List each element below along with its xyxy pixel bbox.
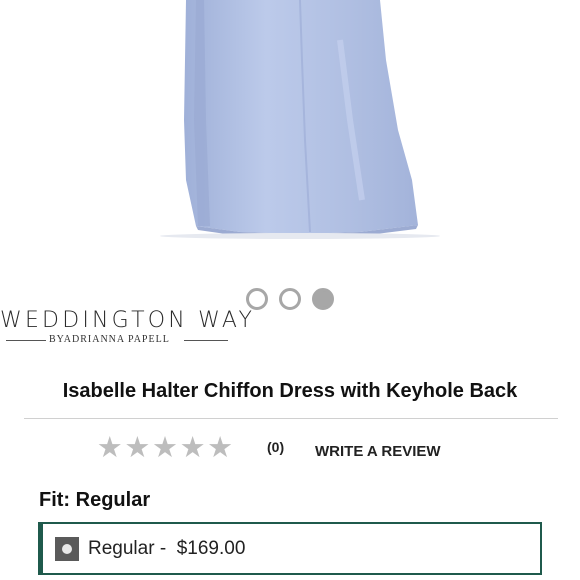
fit-option-label: Regular - $169.00 <box>88 537 246 559</box>
product-image[interactable] <box>0 0 580 272</box>
star-empty-icon: ★ <box>124 430 151 464</box>
product-title: Isabelle Halter Chiffon Dress with Keyho… <box>62 380 518 402</box>
review-count[interactable]: (0) <box>267 439 284 455</box>
carousel-dot-2[interactable] <box>279 288 301 310</box>
carousel-dot-3[interactable] <box>312 288 334 310</box>
divider <box>24 418 558 419</box>
brand-byline-row: BYADRIANNA PAPELL <box>0 334 236 346</box>
rating-row: ★ ★ ★ ★ ★ (0) WRITE A REVIEW <box>96 432 441 462</box>
write-review-link[interactable]: WRITE A REVIEW <box>315 443 441 460</box>
carousel-indicators <box>246 288 334 310</box>
radio-selected-icon[interactable] <box>55 536 79 561</box>
star-empty-icon: ★ <box>207 430 234 464</box>
star-empty-icon: ★ <box>179 430 206 464</box>
radio-dot <box>62 543 72 554</box>
brand-logo[interactable]: WEDDINGTON WAY BYADRIANNA PAPELL <box>0 308 256 346</box>
star-empty-icon: ★ <box>96 430 123 464</box>
star-rating: ★ ★ ★ ★ ★ <box>96 432 234 462</box>
dress-image <box>160 0 440 239</box>
star-empty-icon: ★ <box>151 430 178 464</box>
divider <box>184 340 228 341</box>
fit-option-regular[interactable]: Regular - $169.00 <box>38 522 542 575</box>
brand-byline: BYADRIANNA PAPELL <box>49 334 170 345</box>
brand-name: WEDDINGTON WAY <box>0 308 256 333</box>
fit-label: Fit: Regular <box>39 489 151 511</box>
carousel-dot-1[interactable] <box>246 288 268 310</box>
divider <box>6 340 46 341</box>
